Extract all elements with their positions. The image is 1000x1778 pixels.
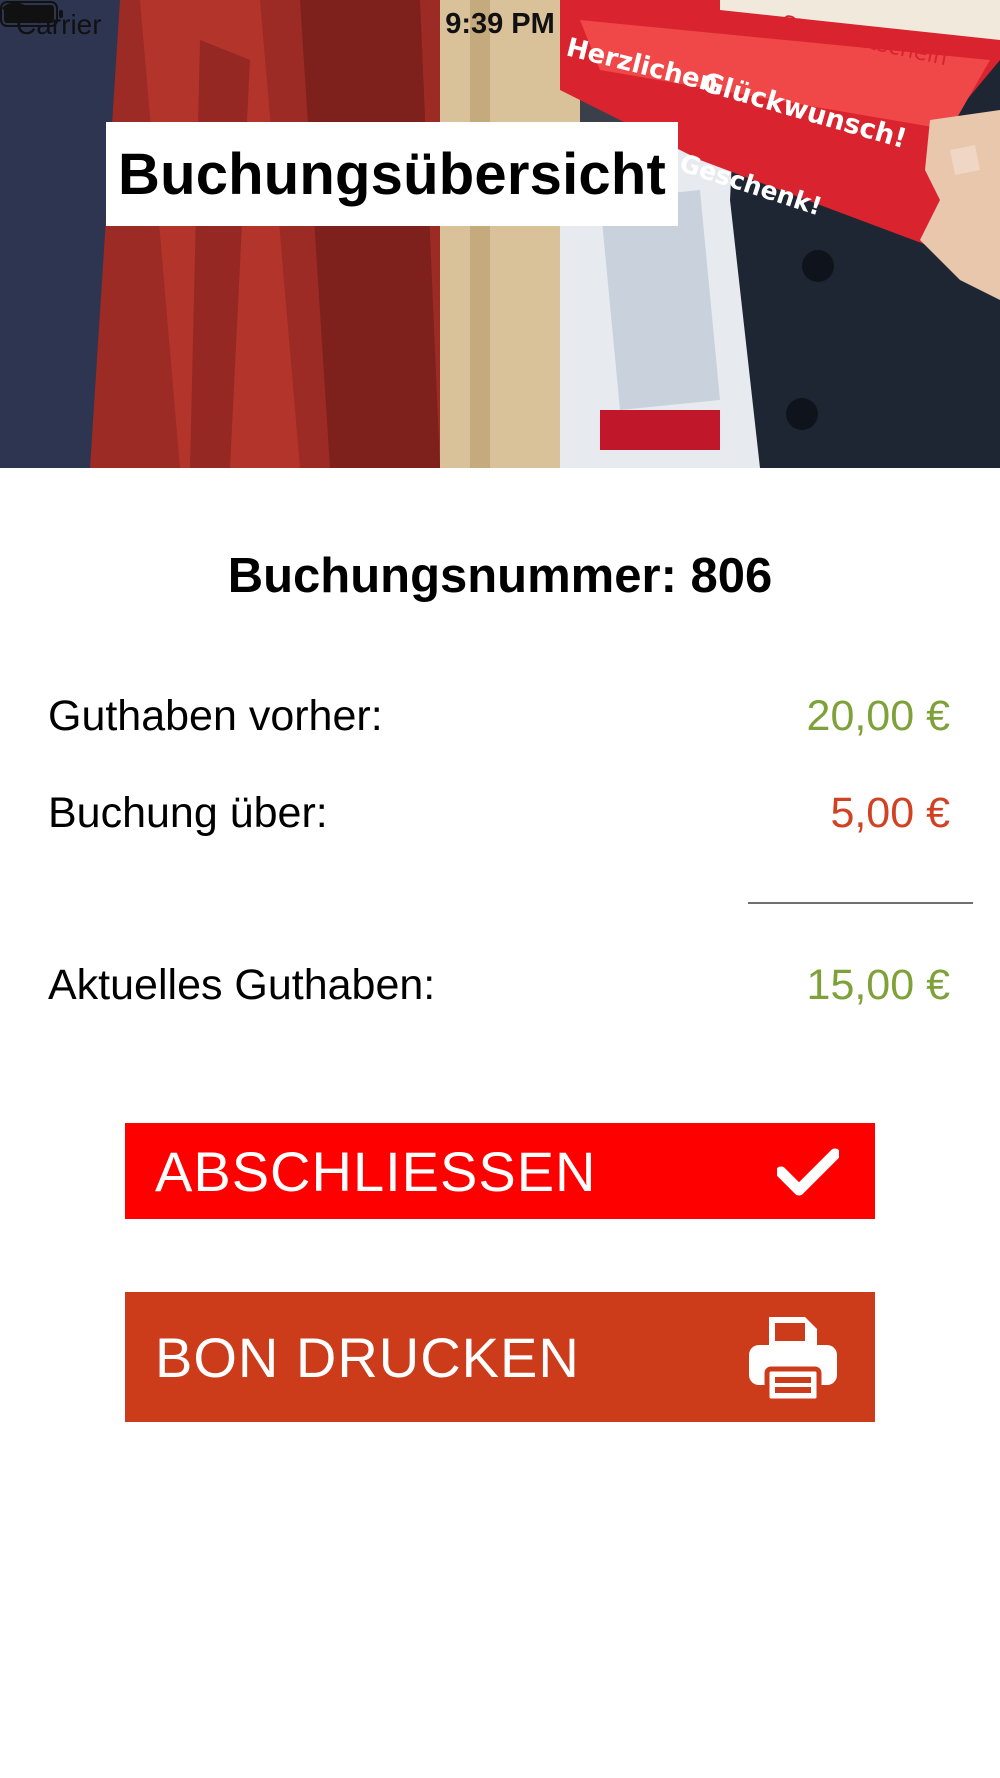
finish-button-label: ABSCHLIESSEN <box>155 1139 597 1203</box>
sum-divider <box>748 902 973 904</box>
booking-amount-label: Buchung über: <box>48 789 328 837</box>
booking-overview-screen: Herzlichen Glückwunsch! Geschenk! StadtG… <box>0 0 1000 1778</box>
print-receipt-button[interactable]: BON DRUCKEN <box>125 1292 875 1422</box>
printer-icon <box>749 1317 837 1403</box>
booking-amount-row: Buchung über: 5,00 € <box>48 789 950 849</box>
booking-amount-value: 5,00 € <box>830 789 950 837</box>
header-photo: Herzlichen Glückwunsch! Geschenk! StadtG… <box>0 0 1000 468</box>
finish-button[interactable]: ABSCHLIESSEN <box>125 1123 875 1219</box>
header-image: Herzlichen Glückwunsch! Geschenk! StadtG… <box>0 0 1000 468</box>
page-title: Buchungsübersicht <box>118 141 666 207</box>
booking-number-value: 806 <box>690 549 773 603</box>
battery-icon <box>0 1 63 27</box>
current-balance-label: Aktuelles Guthaben: <box>48 961 436 1009</box>
previous-balance-label: Guthaben vorher: <box>48 692 383 740</box>
page-title-box: Buchungsübersicht <box>106 122 678 226</box>
current-balance-row: Aktuelles Guthaben: 15,00 € <box>48 961 950 1021</box>
status-bar: Carrier 9:39 PM <box>0 0 1000 50</box>
booking-number-label: Buchungsnummer: <box>227 549 677 603</box>
previous-balance-amount: 20,00 € <box>806 692 950 740</box>
print-receipt-button-label: BON DRUCKEN <box>155 1325 580 1389</box>
booking-number: Buchungsnummer: 806 <box>0 548 1000 604</box>
checkmark-icon <box>777 1148 839 1196</box>
previous-balance-row: Guthaben vorher: 20,00 € <box>48 692 950 752</box>
status-time: 9:39 PM <box>445 8 555 40</box>
current-balance-amount: 15,00 € <box>806 961 950 1009</box>
